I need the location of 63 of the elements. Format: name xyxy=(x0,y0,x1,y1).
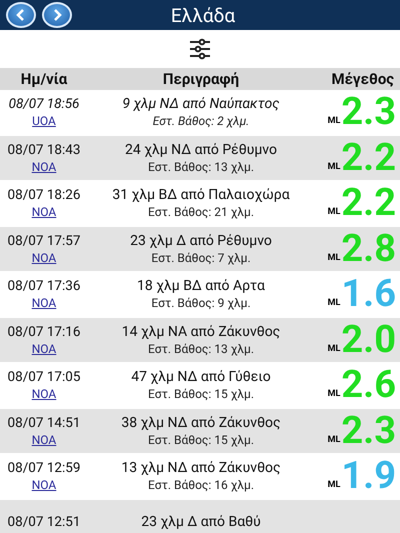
column-header: Μέγεθος xyxy=(314,68,400,90)
source-link[interactable]: NOA xyxy=(32,387,56,402)
magnitude-scale: ML xyxy=(328,298,340,308)
quake-location: 23 χλμ Δ από Ρέθυμνο xyxy=(130,232,272,249)
quake-time: 08/07 18:56 xyxy=(8,96,80,112)
magnitude-value: 2.3 xyxy=(341,92,396,132)
forward-button[interactable] xyxy=(42,2,72,28)
filter-icon[interactable] xyxy=(188,37,212,61)
quake-location: 18 χλμ ΒΔ από Αρτα xyxy=(137,278,265,294)
source-link[interactable]: NOA xyxy=(32,160,56,174)
quake-depth: Εστ. Βάθος: 15 χλμ. xyxy=(148,387,254,402)
quake-location: 23 χλμ Δ από Βαθύ xyxy=(141,514,261,530)
source-link[interactable]: UOA xyxy=(32,114,56,128)
quake-location: 31 χλμ ΒΔ από Παλαιοχώρα xyxy=(112,187,290,204)
magnitude-value: 1.9 xyxy=(341,456,396,496)
source-link[interactable]: NOA xyxy=(32,478,56,492)
quake-time: 08/07 17:16 xyxy=(8,324,80,340)
source-link[interactable]: NOA xyxy=(32,432,56,447)
magnitude-scale: ML xyxy=(328,480,340,490)
magnitude-value: 1.6 xyxy=(341,274,396,314)
quake-time: 08/07 12:59 xyxy=(8,460,80,476)
source-link[interactable]: NOA xyxy=(32,342,56,356)
magnitude-scale: ML xyxy=(328,162,340,172)
quake-depth: Εστ. Βάθος: 13 χλμ. xyxy=(148,160,254,174)
quake-time: 08/07 17:05 xyxy=(8,369,80,386)
screen-title: Ελλάδα xyxy=(170,4,236,26)
magnitude-value: 2.0 xyxy=(341,320,396,360)
quake-location: 47 χλμ ΝΔ από Γύθειο xyxy=(131,369,271,386)
column-header: Ημ/νία xyxy=(0,68,88,90)
source-link[interactable]: NOA xyxy=(32,296,56,310)
magnitude-value: 2.2 xyxy=(341,183,396,224)
magnitude-value: 2.6 xyxy=(341,365,396,406)
quake-depth: Εστ. Βάθος: 2 χλμ. xyxy=(152,114,250,128)
quake-location: 9 χλμ ΝΔ από Ναύπακτος xyxy=(122,96,280,112)
quake-time: 08/07 14:51 xyxy=(8,414,80,431)
quake-depth: Εστ. Βάθος: 13 χλμ. xyxy=(148,342,254,356)
magnitude-scale: ML xyxy=(328,207,340,218)
source-link[interactable]: NOA xyxy=(32,205,56,220)
quake-location: 24 χλμ ΝΔ από Ρέθυμνο xyxy=(125,142,277,158)
source-link[interactable]: NOA xyxy=(32,250,56,265)
magnitude-value: 2.8 xyxy=(341,228,396,269)
quake-time: 08/07 17:57 xyxy=(8,232,80,249)
quake-time: 08/07 18:26 xyxy=(8,187,80,204)
magnitude-value: 2.2 xyxy=(341,138,396,178)
quake-time: 08/07 18:43 xyxy=(8,142,80,158)
magnitude-scale: ML xyxy=(328,252,340,263)
quake-time: 08/07 17:36 xyxy=(8,278,80,294)
quake-depth: Εστ. Βάθος: 21 χλμ. xyxy=(148,205,254,220)
quake-location: 14 χλμ ΝΑ από Ζάκυνθος xyxy=(122,324,280,340)
quake-depth: Εστ. Βάθος: 16 χλμ. xyxy=(148,478,254,492)
quake-location: 13 χλμ ΝΔ από Ζάκυνθος xyxy=(121,460,281,476)
magnitude-scale: ML xyxy=(328,116,340,126)
magnitude-scale: ML xyxy=(328,389,340,400)
quake-time: 08/07 12:51 xyxy=(8,514,80,530)
quake-depth: Εστ. Βάθος: 15 χλμ. xyxy=(148,432,254,447)
magnitude-scale: ML xyxy=(328,344,340,354)
back-button[interactable] xyxy=(6,2,36,28)
magnitude-scale: ML xyxy=(328,434,340,445)
quake-location: 38 χλμ ΝΔ από Ζάκυνθος xyxy=(121,414,281,431)
quake-depth: Εστ. Βάθος: 7 χλμ. xyxy=(151,250,251,265)
magnitude-value: 2.3 xyxy=(341,410,396,451)
quake-depth: Εστ. Βάθος: 9 χλμ. xyxy=(151,296,251,310)
column-header: Περιγραφή xyxy=(88,68,314,90)
